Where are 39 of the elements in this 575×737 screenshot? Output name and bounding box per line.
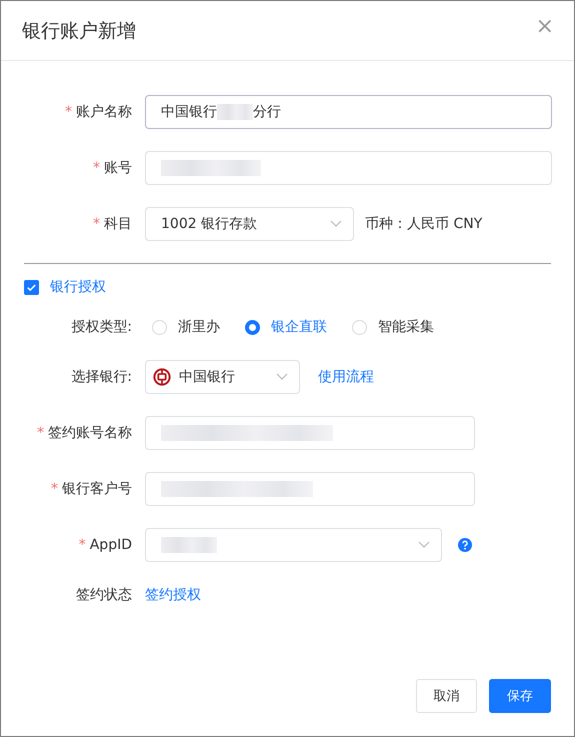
field-value: 1002 银行存款 <box>161 215 258 233</box>
field-label: 签约账号名称 <box>48 425 132 441</box>
input-field[interactable] <box>145 416 475 450</box>
checkbox[interactable] <box>24 280 39 294</box>
radio-button[interactable] <box>245 320 260 334</box>
input-field[interactable] <box>145 151 552 185</box>
required-mark: * <box>78 537 86 553</box>
field-label: 账号 <box>104 160 132 176</box>
checkbox-label: 银行授权 <box>50 278 106 296</box>
required-mark: * <box>51 481 58 497</box>
input-field[interactable]: 中国银行 分行 <box>145 95 552 129</box>
select-field[interactable]: 1002 银行存款 <box>145 207 354 241</box>
radio-label: 浙里办 <box>178 318 220 336</box>
field-value: 中国银行 <box>161 103 217 121</box>
currency-label: 币种：人民币 CNY <box>365 215 482 233</box>
link[interactable]: 使用流程 <box>318 368 374 386</box>
field-label: 银行客户号 <box>62 481 132 497</box>
select-field[interactable] <box>145 528 442 562</box>
dialog-title: 银行账户新增 <box>22 18 136 44</box>
field-label: AppID <box>90 537 132 553</box>
required-mark: * <box>65 104 72 120</box>
field-label: 科目 <box>104 216 132 232</box>
field-label: 签约状态 <box>76 587 132 603</box>
required-mark: * <box>37 425 44 441</box>
radio-label: 银企直联 <box>271 318 327 336</box>
select-field[interactable]: 中国银行 <box>145 360 300 394</box>
save-button[interactable]: 保存 <box>489 679 551 713</box>
field-label: 选择银行: <box>71 369 132 385</box>
field-value: 中国银行 <box>179 368 235 386</box>
required-mark: * <box>93 160 100 176</box>
field-label: 账户名称 <box>76 104 132 120</box>
required-mark: * <box>93 216 100 232</box>
link[interactable]: 签约授权 <box>145 586 201 604</box>
cancel-button[interactable]: 取消 <box>416 679 477 713</box>
bank-logo-icon <box>153 368 171 386</box>
field-value: 分行 <box>253 103 281 121</box>
field-label: 授权类型: <box>71 319 132 335</box>
radio-label: 智能采集 <box>378 318 434 336</box>
input-field[interactable] <box>145 472 475 506</box>
